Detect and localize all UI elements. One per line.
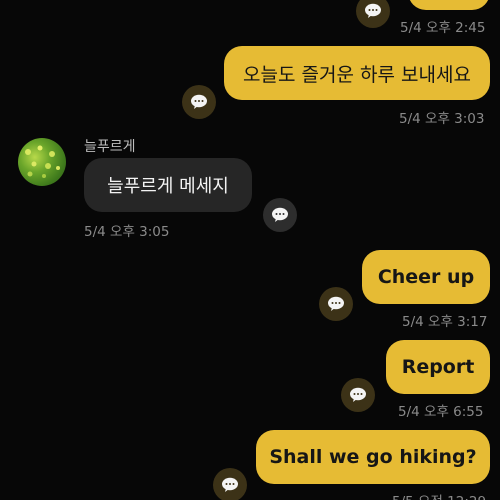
- message-text: Report: [401, 356, 475, 378]
- comment-bubble-icon: [365, 3, 381, 18]
- message-time: 5/4 오후 3:17: [402, 314, 488, 330]
- message-text: 늘푸르게 메세지: [107, 176, 229, 197]
- comment-bubble-icon: [191, 94, 207, 109]
- message-bubble-2[interactable]: 늘푸르게 메세지: [84, 158, 252, 212]
- reply-icon[interactable]: [356, 0, 390, 28]
- message-time: 5/5 오전 12:29: [392, 490, 486, 500]
- message-time: 5/4 오후 2:45: [400, 20, 486, 36]
- comment-bubble-icon: [350, 387, 366, 402]
- message-text: Cheer up: [377, 266, 475, 288]
- message-text: Shall we go hiking?: [269, 446, 477, 468]
- message-bubble-1[interactable]: 오늘도 즐거운 하루 보내세요: [224, 46, 490, 100]
- message-bubble-0[interactable]: [408, 0, 490, 10]
- message-bubble-3[interactable]: Cheer up: [362, 250, 490, 304]
- message-time: 5/4 오후 6:55: [398, 404, 484, 420]
- avatar-image: [25, 145, 60, 178]
- message-time: 5/4 오후 3:03: [399, 111, 485, 127]
- reply-icon[interactable]: [263, 198, 297, 232]
- message-bubble-4[interactable]: Report: [386, 340, 490, 394]
- reply-icon[interactable]: [182, 85, 216, 119]
- reply-icon[interactable]: [213, 468, 247, 500]
- sender-name: 늘푸르게: [84, 139, 136, 155]
- comment-bubble-icon: [222, 477, 238, 492]
- comment-bubble-icon: [272, 207, 288, 222]
- reply-icon[interactable]: [319, 287, 353, 321]
- profile-avatar[interactable]: [18, 138, 66, 186]
- chat-view[interactable]: 5/4 오후 2:45 오늘도 즐거운 하루 보내세요 5/4 오후 3:03 …: [0, 0, 500, 500]
- message-text: 오늘도 즐거운 하루 보내세요: [243, 63, 471, 86]
- message-time: 5/4 오후 3:05: [84, 224, 170, 240]
- comment-bubble-icon: [328, 296, 344, 311]
- message-bubble-5[interactable]: Shall we go hiking?: [256, 430, 490, 484]
- reply-icon[interactable]: [341, 378, 375, 412]
